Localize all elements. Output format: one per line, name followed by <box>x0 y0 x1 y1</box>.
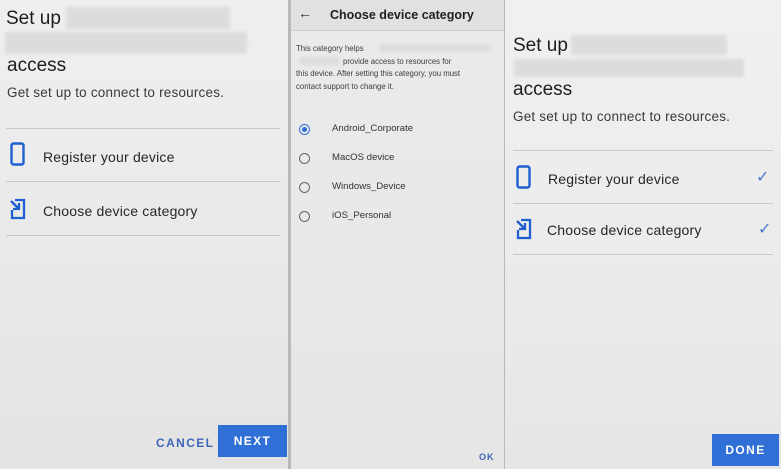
check-icon: ✓ <box>756 169 770 186</box>
page-subtitle: Get set up to connect to resources. <box>513 109 731 124</box>
category-option-ios[interactable]: iOS_Personal <box>291 206 504 228</box>
category-option-label: Android_Corporate <box>332 123 414 134</box>
setup-screen-complete: Set up access Get set up to connect to r… <box>505 0 781 469</box>
setup-item-category[interactable]: Choose device category <box>0 185 288 235</box>
device-category-icon <box>10 198 26 220</box>
setup-item-label: Choose device category <box>43 203 198 219</box>
category-option-windows[interactable]: Windows_Device <box>291 177 504 199</box>
redacted-org-name-line2 <box>514 59 744 77</box>
check-icon: ✓ <box>758 221 772 238</box>
redacted-org-name-line2 <box>5 32 247 54</box>
radio-unselected-icon <box>299 182 310 193</box>
radio-unselected-icon <box>299 153 310 164</box>
description-line: this device. After setting this category… <box>296 69 461 78</box>
setup-item-label: Register your device <box>43 149 175 165</box>
category-option-label: MacOS device <box>332 152 395 163</box>
category-option-android-corporate[interactable]: Android_Corporate <box>291 119 504 141</box>
setup-item-label: Choose device category <box>547 222 702 238</box>
page-title-line3: access <box>7 55 67 76</box>
divider <box>513 203 773 204</box>
screen-title: Choose device category <box>330 8 474 22</box>
cancel-button[interactable]: CANCEL <box>156 436 214 450</box>
radio-selected-icon <box>299 124 310 135</box>
done-button[interactable]: DONE <box>712 434 779 466</box>
setup-item-register[interactable]: Register your device <box>0 131 288 181</box>
app-bar: ← Choose device category <box>291 0 504 31</box>
category-option-label: Windows_Device <box>332 181 406 192</box>
redacted-org-name <box>66 7 230 29</box>
page-title-line1: Set up <box>6 8 61 29</box>
phone-icon <box>10 142 25 166</box>
description-line: contact support to change it. <box>296 81 394 91</box>
setup-item-label: Register your device <box>548 171 680 187</box>
back-arrow-icon[interactable]: ← <box>298 5 312 21</box>
choose-category-screen: ← Choose device category This category h… <box>291 0 504 469</box>
radio-unselected-icon <box>299 211 310 222</box>
page-title-line1: Set up <box>513 35 568 56</box>
phone-icon <box>516 165 531 189</box>
divider <box>6 128 280 129</box>
setup-item-category[interactable]: Choose device category ✓ <box>505 206 781 256</box>
divider <box>513 150 773 151</box>
ok-button[interactable]: OK <box>479 452 495 462</box>
redacted-org-name <box>571 35 727 55</box>
divider <box>513 254 773 255</box>
category-option-macos[interactable]: MacOS device <box>291 148 504 170</box>
device-category-icon <box>516 218 532 240</box>
divider <box>6 181 280 182</box>
setup-item-register[interactable]: Register your device ✓ <box>505 153 781 203</box>
redacted-org-name <box>300 57 340 65</box>
page-subtitle: Get set up to connect to resources. <box>7 85 225 100</box>
page-title-line3: access <box>513 79 573 100</box>
divider <box>6 235 280 236</box>
redacted-org-name <box>379 44 491 52</box>
next-button[interactable]: NEXT <box>218 425 287 457</box>
category-option-label: iOS_Personal <box>332 210 392 221</box>
setup-screen-initial: Set up access Get set up to connect to r… <box>0 0 288 469</box>
